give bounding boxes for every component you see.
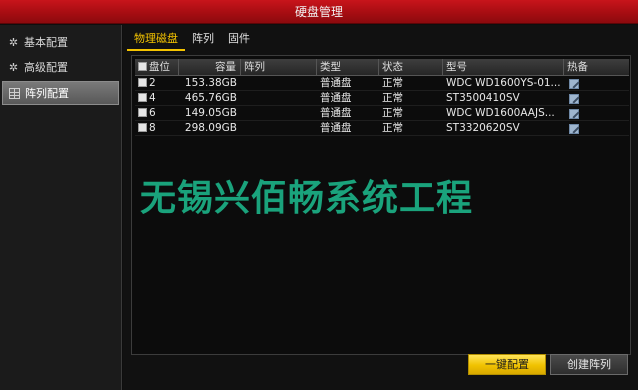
capacity-value: 465.76GB	[184, 92, 237, 104]
sidebar-item-advanced-config[interactable]: ✲ 高级配置	[2, 56, 119, 80]
header-slot: 盘位	[135, 59, 179, 75]
row-checkbox[interactable]	[138, 123, 147, 132]
slot-value: 4	[149, 92, 156, 104]
model-value: WDC WD1600AAJS...	[446, 107, 555, 119]
tab-firmware[interactable]: 固件	[221, 31, 257, 51]
sidebar-item-label: 高级配置	[24, 61, 68, 74]
sidebar: ✲ 基本配置 ✲ 高级配置 阵列配置	[0, 25, 122, 390]
capacity-value: 149.05GB	[184, 107, 237, 119]
type-value: 普通盘	[320, 122, 352, 134]
status-value: 正常	[382, 77, 403, 89]
grid-icon	[9, 88, 20, 99]
capacity-value: 298.09GB	[184, 122, 237, 134]
table-row[interactable]: 2 153.38GB 普通盘 正常 WDC WD1600YS-01...	[135, 76, 629, 91]
edit-icon[interactable]	[569, 109, 579, 119]
status-value: 正常	[382, 92, 403, 104]
array-value	[241, 76, 317, 90]
table-row[interactable]: 6 149.05GB 普通盘 正常 WDC WD1600AAJS...	[135, 106, 629, 121]
tab-physical-disk[interactable]: 物理磁盘	[127, 31, 185, 51]
sidebar-item-basic-config[interactable]: ✲ 基本配置	[2, 31, 119, 55]
gear-icon: ✲	[8, 61, 19, 74]
edit-icon[interactable]	[569, 79, 579, 89]
watermark-text: 无锡兴佰畅系统工程	[140, 178, 474, 219]
sidebar-item-label: 阵列配置	[25, 87, 69, 100]
edit-icon[interactable]	[569, 124, 579, 134]
model-value: ST3500410SV	[446, 92, 520, 104]
window-title: 硬盘管理	[294, 5, 343, 19]
row-checkbox[interactable]	[138, 93, 147, 102]
sidebar-item-array-config[interactable]: 阵列配置	[2, 81, 119, 105]
header-array: 阵列	[241, 59, 317, 75]
window-titlebar: 硬盘管理	[0, 0, 638, 24]
row-checkbox[interactable]	[138, 108, 147, 117]
slot-value: 8	[149, 122, 156, 134]
header-model: 型号	[443, 59, 564, 75]
disk-table: 盘位 容量 阵列 类型 状态 型号 热备 2 153.38GB 普通盘 正常 W…	[135, 59, 629, 136]
array-value	[241, 91, 317, 105]
table-header: 盘位 容量 阵列 类型 状态 型号 热备	[135, 59, 629, 76]
gear-icon: ✲	[8, 36, 19, 49]
capacity-value: 153.38GB	[184, 77, 237, 89]
table-row[interactable]: 4 465.76GB 普通盘 正常 ST3500410SV	[135, 91, 629, 106]
header-capacity: 容量	[179, 59, 241, 75]
sidebar-item-label: 基本配置	[24, 36, 68, 49]
slot-value: 2	[149, 77, 156, 89]
select-all-checkbox[interactable]	[138, 62, 147, 71]
type-value: 普通盘	[320, 92, 352, 104]
type-value: 普通盘	[320, 107, 352, 119]
status-value: 正常	[382, 107, 403, 119]
header-type: 类型	[317, 59, 379, 75]
tab-bar: 物理磁盘 阵列 固件	[127, 31, 257, 51]
array-value	[241, 106, 317, 120]
table-row[interactable]: 8 298.09GB 普通盘 正常 ST3320620SV	[135, 121, 629, 136]
status-value: 正常	[382, 122, 403, 134]
one-click-config-button[interactable]: 一键配置	[468, 354, 546, 375]
edit-icon[interactable]	[569, 94, 579, 104]
header-status: 状态	[379, 59, 443, 75]
model-value: ST3320620SV	[446, 122, 520, 134]
model-value: WDC WD1600YS-01...	[446, 77, 561, 89]
row-checkbox[interactable]	[138, 78, 147, 87]
create-array-button[interactable]: 创建阵列	[550, 354, 628, 375]
header-hot-spare: 热备	[567, 61, 588, 73]
slot-value: 6	[149, 107, 156, 119]
tab-array[interactable]: 阵列	[185, 31, 221, 51]
type-value: 普通盘	[320, 77, 352, 89]
array-value	[241, 121, 317, 135]
